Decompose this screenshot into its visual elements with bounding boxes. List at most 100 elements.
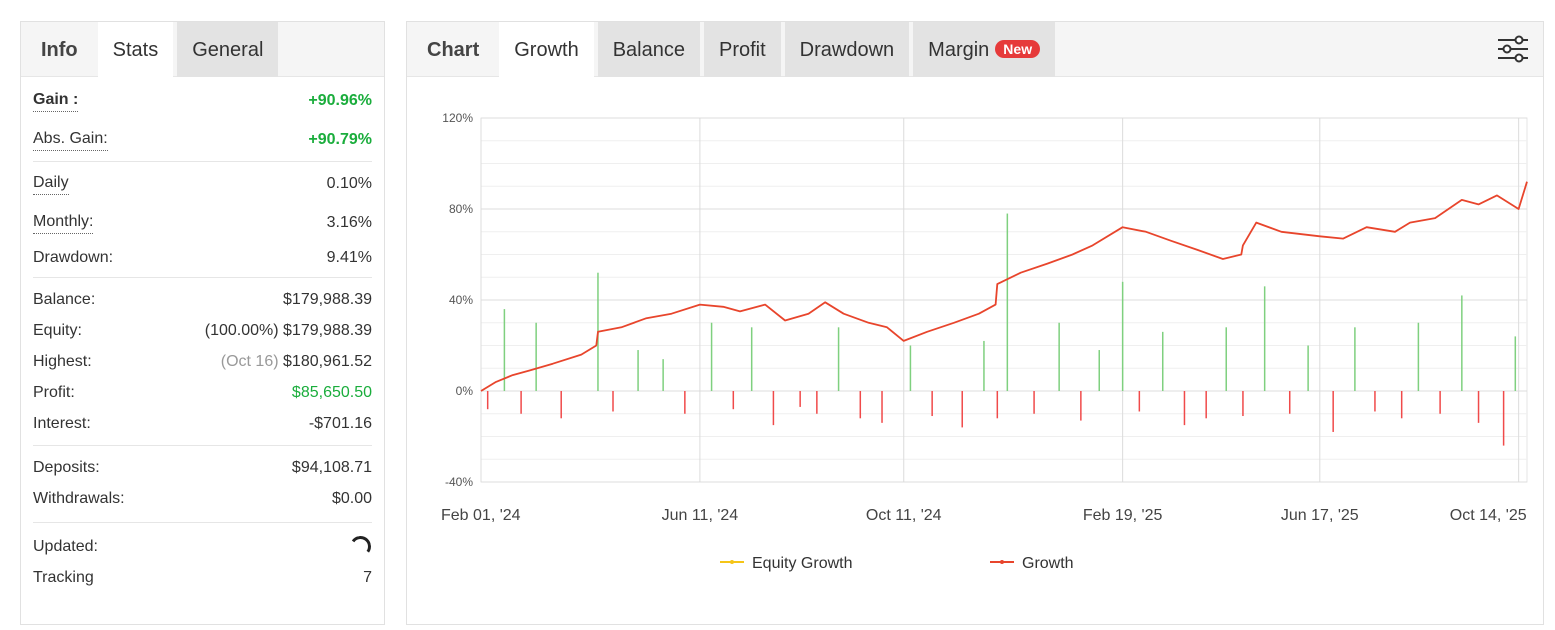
tab-chart[interactable]: Chart xyxy=(407,22,499,77)
equity-value-group: (100.00%) $179,988.39 xyxy=(205,315,372,346)
gain-value: +90.96% xyxy=(308,92,372,109)
stat-row-updated: Updated: xyxy=(33,531,373,562)
daily-bar xyxy=(1417,322,1420,391)
stat-row-interest: Interest: -$701.16 xyxy=(33,408,372,439)
tab-info[interactable]: Info xyxy=(21,22,98,77)
monthly-label[interactable]: Monthly: xyxy=(33,211,94,234)
sliders-icon[interactable] xyxy=(1497,34,1529,64)
daily-bar xyxy=(1033,391,1035,414)
stats-tabbar: Info Stats General xyxy=(21,22,384,77)
deposits-label: Deposits: xyxy=(33,459,100,476)
x-tick-label: Feb 01, '24 xyxy=(441,507,521,524)
deposits-value: $94,108.71 xyxy=(291,459,372,476)
x-tick-label: Oct 11, '24 xyxy=(866,507,942,524)
x-tick-label: Feb 19, '25 xyxy=(1083,507,1163,524)
daily-bar xyxy=(1439,391,1441,414)
daily-bar xyxy=(710,322,713,391)
legend-equity-growth-dot xyxy=(730,560,734,564)
daily-bar xyxy=(1205,391,1207,419)
growth-chart: 120% 80% 40% 0% -40% Feb 01, '24 Jun 11, '24 Oc… xyxy=(441,111,1528,572)
new-badge: New xyxy=(995,40,1041,58)
balance-label: Balance: xyxy=(33,291,96,308)
daily-bar xyxy=(684,391,686,414)
equity-value: $179,988.39 xyxy=(283,322,372,339)
daily-bar xyxy=(772,391,775,426)
stat-row-withdrawals: Withdrawals: $0.00 xyxy=(33,483,372,514)
gain-label[interactable]: Gain : xyxy=(33,89,79,112)
daily-value: 0.10% xyxy=(326,175,372,192)
daily-label[interactable]: Daily xyxy=(33,172,69,195)
withdrawals-label: Withdrawals: xyxy=(33,490,125,507)
updated-label: Updated: xyxy=(33,538,98,555)
divider xyxy=(33,161,372,162)
interest-label: Interest: xyxy=(33,415,91,432)
balance-value: $179,988.39 xyxy=(283,291,372,308)
stat-row-profit: Profit: $85,650.50 xyxy=(33,377,372,408)
daily-bar xyxy=(1080,391,1082,421)
daily-bar xyxy=(1121,281,1124,391)
loading-spinner-icon xyxy=(348,534,373,559)
chart-legend[interactable]: Equity Growth Growth xyxy=(720,555,1074,572)
daily-bar xyxy=(1161,331,1164,391)
daily-bar xyxy=(931,391,933,417)
legend-equity-growth-label: Equity Growth xyxy=(752,555,852,572)
daily-bar xyxy=(1263,286,1266,391)
daily-bar xyxy=(1477,391,1480,423)
legend-growth-label: Growth xyxy=(1022,555,1074,572)
tab-drawdown[interactable]: Drawdown xyxy=(784,22,910,77)
daily-bar xyxy=(961,391,963,428)
daily-bar xyxy=(1138,391,1141,412)
tab-balance[interactable]: Balance xyxy=(597,22,700,77)
daily-bar xyxy=(732,391,735,410)
divider xyxy=(33,522,372,523)
tab-profit[interactable]: Profit xyxy=(703,22,781,77)
stats-panel: Info Stats General Gain : +90.96% Abs. G… xyxy=(20,21,385,625)
daily-bar xyxy=(1514,336,1517,391)
stat-row-monthly: Monthly: 3.16% xyxy=(33,207,372,238)
highest-label: Highest: xyxy=(33,353,92,370)
daily-bar xyxy=(1098,350,1100,391)
divider xyxy=(33,277,372,278)
monthly-value: 3.16% xyxy=(326,214,372,231)
daily-bar xyxy=(612,391,614,412)
tracking-value[interactable]: 7 xyxy=(363,562,372,593)
daily-bar xyxy=(1242,391,1244,417)
daily-bar xyxy=(486,391,489,410)
stat-row-gain: Gain : +90.96% xyxy=(33,85,372,116)
stat-row-drawdown: Drawdown: 9.41% xyxy=(33,242,372,273)
highest-value-group: (Oct 16) $180,961.52 xyxy=(221,346,372,377)
x-tick-label: Jun 17, '25 xyxy=(1281,507,1359,524)
daily-bar xyxy=(859,391,862,419)
tab-growth[interactable]: Growth xyxy=(499,22,594,77)
stat-row-equity: Equity: (100.00%) $179,988.39 xyxy=(33,315,372,346)
daily-bar xyxy=(750,327,753,391)
stat-row-highest: Highest: (Oct 16) $180,961.52 xyxy=(33,346,372,377)
y-tick-label: 80% xyxy=(449,202,473,216)
stat-row-deposits: Deposits: $94,108.71 xyxy=(33,452,372,483)
daily-bar xyxy=(816,391,818,414)
daily-bar xyxy=(909,345,912,391)
daily-bar xyxy=(1502,391,1505,446)
daily-bar xyxy=(1374,391,1376,412)
daily-bar xyxy=(560,391,562,419)
divider xyxy=(33,445,372,446)
profit-value: $85,650.50 xyxy=(291,384,372,401)
equity-percent: (100.00%) xyxy=(204,322,279,339)
drawdown-value: 9.41% xyxy=(326,249,372,266)
tab-stats[interactable]: Stats xyxy=(97,22,174,77)
stats-body: Gain : +90.96% Abs. Gain: +90.79% Daily … xyxy=(21,77,384,593)
tab-margin[interactable]: Margin New xyxy=(913,22,1056,77)
stat-row-abs-gain: Abs. Gain: +90.79% xyxy=(33,124,372,155)
chart-grid xyxy=(480,117,1528,483)
daily-bar xyxy=(1332,391,1334,432)
x-tick-label: Oct 14, '25 xyxy=(1450,507,1527,524)
daily-bar xyxy=(1058,322,1060,391)
legend-growth-dot xyxy=(1000,560,1004,564)
tab-general[interactable]: General xyxy=(177,22,279,77)
tracking-label: Tracking xyxy=(33,569,94,586)
daily-bar xyxy=(1354,327,1356,391)
stat-row-tracking: Tracking 7 xyxy=(33,562,372,593)
daily-bar xyxy=(1006,213,1009,391)
abs-gain-label[interactable]: Abs. Gain: xyxy=(33,128,108,151)
daily-bar xyxy=(996,391,999,419)
